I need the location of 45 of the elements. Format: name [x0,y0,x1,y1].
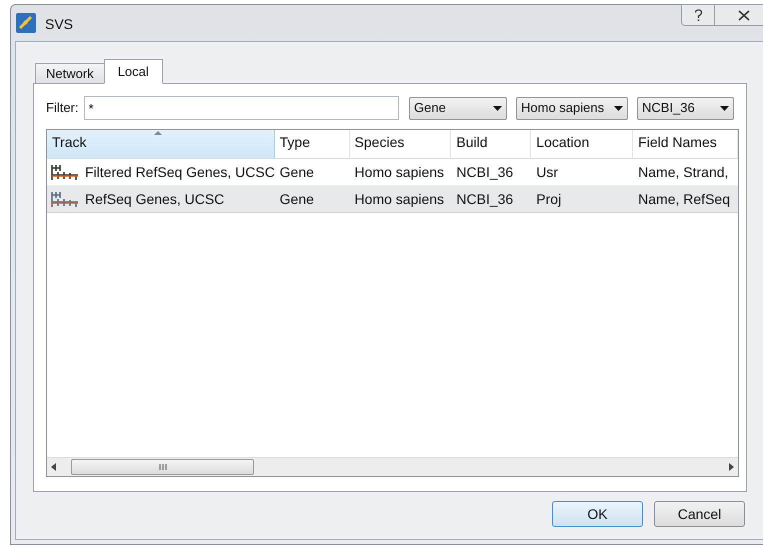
column-header[interactable]: Field Names [633,130,738,158]
table-cell-text: Homo sapiens [354,162,444,182]
table-cell-text: NCBI_36 [456,190,514,209]
close-icon [738,10,750,20]
table-row[interactable]: RefSeq Genes, UCSC Gene Homo sapiens NCBI_36 Proj Name, RefSeq [47,186,738,213]
table-cell-text: RefSeq Genes, UCSC [85,190,224,209]
scroll-left-icon[interactable] [51,463,56,471]
horizontal-scrollbar[interactable] [47,457,738,476]
dropdown[interactable]: Homo sapiens [516,96,628,120]
scrollbar-thumb[interactable] [71,459,254,475]
column-header[interactable]: Species [350,130,452,158]
table-cell-text: Homo sapiens [354,190,444,209]
table-cell-text: NCBI_36 [456,162,514,182]
table-cell-text: Gene [280,162,314,182]
column-header[interactable]: Track [47,130,275,158]
table-cell-text: Gene [280,190,314,208]
dialog-button[interactable]: OK [552,501,643,527]
filter-label: Filter: [46,99,78,118]
window-title: SVS [45,15,74,34]
track-icon [50,163,79,181]
table-cell-text: Filtered RefSeq Genes, UCSC [85,162,275,182]
column-header[interactable]: Build [451,130,532,158]
table-cell-text: Name, RefSeq [638,190,730,209]
close-button[interactable] [715,4,763,26]
scroll-right-icon[interactable] [729,463,734,471]
table-cell-text: Proj [536,190,562,209]
dropdown-arrow-icon [493,106,502,110]
dropdown-arrow-icon [720,106,729,110]
dropdown[interactable]: Gene [409,96,507,120]
help-icon [694,8,702,22]
help-button[interactable] [681,4,715,26]
app-icon [16,13,36,33]
dialog-button[interactable]: Cancel [654,501,745,527]
column-header[interactable]: Type [274,130,350,158]
column-header[interactable]: Location [531,130,634,158]
table-cell-text: Name, Strand, [638,162,728,182]
dropdown-arrow-icon [614,106,623,110]
grip-icon [158,464,166,470]
filter-field[interactable]: * [84,96,399,120]
tab[interactable]: Local [104,59,163,84]
tab[interactable]: Network [35,63,105,84]
table-cell-text: Usr [536,162,558,182]
sort-arrow-icon [154,131,162,135]
track-icon [50,190,79,208]
dropdown[interactable]: NCBI_36 [637,96,734,120]
